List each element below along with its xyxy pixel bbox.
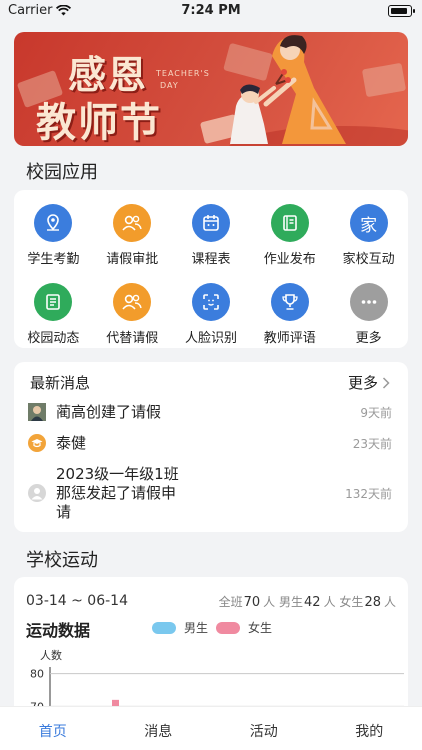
legend-item-male[interactable]: 男生 (152, 619, 208, 636)
app-item[interactable]: 学生考勤 (14, 204, 93, 267)
legend-item-female[interactable]: 女生 (216, 619, 272, 636)
more-dots-icon (349, 283, 388, 321)
legend-swatch-female (216, 621, 240, 634)
banner-subtitle-line1: TEACHER'S (156, 69, 210, 78)
total-unit: 人 (263, 595, 276, 609)
sports-card: 03-14 ~ 06-14 全班70 人 男生42 人 女生28 人 运动数据 男生 … (14, 577, 408, 717)
home-text-icon: 家 (349, 204, 388, 242)
app-label: 人脸识别 (184, 331, 237, 346)
sports-title: 学校运动 (26, 550, 98, 571)
news-more-button[interactable]: 更多 (348, 372, 390, 393)
news-item-text-line1: 2023级一年级1班 (56, 464, 179, 483)
legend-label-male: 男生 (184, 621, 209, 635)
app-label: 更多 (355, 331, 382, 346)
battery-icon (388, 5, 415, 17)
news-more-label: 更多 (347, 374, 378, 392)
male-value: 42 (304, 595, 321, 610)
news-card: 最新消息 更多 蔺高创建了请假 9天前 泰健 23天前 2023级一年级1班 那… (14, 362, 408, 532)
chevron-right-icon (382, 376, 390, 389)
tab-mine[interactable]: 我的 (317, 707, 422, 750)
news-item-time: 9天前 (360, 405, 392, 420)
app-label: 请假审批 (106, 252, 159, 267)
graduation-cap-avatar (28, 434, 46, 452)
news-item-text: 2023级一年级1班 那惩发起了请假申 请 (56, 465, 179, 522)
chart-title: 运动数据 (26, 621, 91, 640)
tab-activities[interactable]: 活动 (211, 707, 317, 750)
news-item[interactable]: 蔺高创建了请假 9天前 (28, 403, 392, 421)
male-label: 男生 (279, 595, 304, 609)
app-label: 家校互动 (342, 252, 395, 267)
app-item[interactable]: 人脸识别 (172, 283, 251, 346)
legend-label-female: 女生 (248, 621, 273, 635)
campus-apps-title: 校园应用 (26, 162, 98, 183)
news-item[interactable]: 泰健 23天前 (28, 434, 392, 452)
face-scan-icon (191, 283, 230, 321)
banner-title-line2: 教师节 (36, 99, 162, 146)
app-item[interactable]: 教师评语 (250, 283, 329, 346)
app-label: 代替请假 (106, 331, 159, 346)
news-item-text: 蔺高创建了请假 (56, 403, 162, 421)
app-grid: 学生考勤 请假审批 课程表 作业发布家家校互动 校园动态 代替请假 人脸识别 教师评语 更多 (14, 204, 408, 346)
app-item[interactable]: 课程表 (172, 204, 251, 267)
news-item[interactable]: 2023级一年级1班 那惩发起了请假申 请 132天前 (28, 463, 392, 523)
status-bar: Carrier 7:24 PM (0, 0, 422, 22)
app-item[interactable]: 代替请假 (93, 283, 172, 346)
app-label: 学生考勤 (27, 252, 80, 267)
female-unit: 人 (383, 595, 396, 609)
sports-chart: 人数 8070 (30, 649, 404, 713)
tab-bar: 首页 消息 活动 我的 (0, 706, 422, 750)
banner-subtitle: TEACHER'S DAY (156, 68, 210, 92)
total-value: 70 (243, 595, 261, 610)
tab-home[interactable]: 首页 (0, 707, 106, 750)
trophy-icon (270, 283, 309, 321)
banner-subtitle-line2: DAY (160, 81, 179, 90)
users-icon (113, 204, 152, 242)
app-label: 教师评语 (263, 331, 316, 346)
app-item[interactable]: 校园动态 (14, 283, 93, 346)
clock: 7:24 PM (181, 3, 241, 18)
default-user-avatar (28, 484, 46, 502)
campus-apps-card: 学生考勤 请假审批 课程表 作业发布家家校互动 校园动态 代替请假 人脸识别 教师评语 更多 (14, 190, 408, 348)
users-icon (113, 283, 152, 321)
photo-avatar (28, 403, 46, 421)
news-item-time: 132天前 (345, 486, 392, 501)
news-item-text: 泰健 (56, 434, 87, 452)
y-axis-label: 人数 (40, 649, 62, 662)
app-label: 课程表 (191, 252, 231, 267)
calendar-icon (191, 204, 230, 242)
news-item-text-line3: 请 (56, 502, 72, 521)
class-counts: 全班70 人 男生42 人 女生28 人 (219, 593, 396, 610)
app-label: 校园动态 (27, 331, 80, 346)
tab-messages[interactable]: 消息 (106, 707, 212, 750)
total-label: 全班 (218, 595, 243, 609)
male-unit: 人 (323, 595, 336, 609)
y-tick-label: 80 (30, 668, 44, 681)
app-label: 作业发布 (263, 252, 316, 267)
app-item[interactable]: 作业发布 (250, 204, 329, 267)
app-item[interactable]: 更多 (329, 283, 408, 346)
legend-swatch-male (152, 621, 176, 634)
date-range[interactable]: 03-14 ~ 06-14 (26, 593, 128, 609)
news-item-text-line2: 那惩发起了请假申 (56, 483, 177, 502)
app-item[interactable]: 请假审批 (93, 204, 172, 267)
female-label: 女生 (339, 595, 364, 609)
app-item[interactable]: 家家校互动 (329, 204, 408, 267)
teachers-day-banner[interactable]: 感恩 教师节 TEACHER'S DAY (14, 32, 408, 146)
location-pin-icon (34, 204, 73, 242)
document-icon (34, 283, 73, 321)
book-icon (270, 204, 309, 242)
news-title: 最新消息 (30, 374, 91, 392)
female-value: 28 (364, 595, 381, 610)
news-item-time: 23天前 (352, 436, 392, 451)
